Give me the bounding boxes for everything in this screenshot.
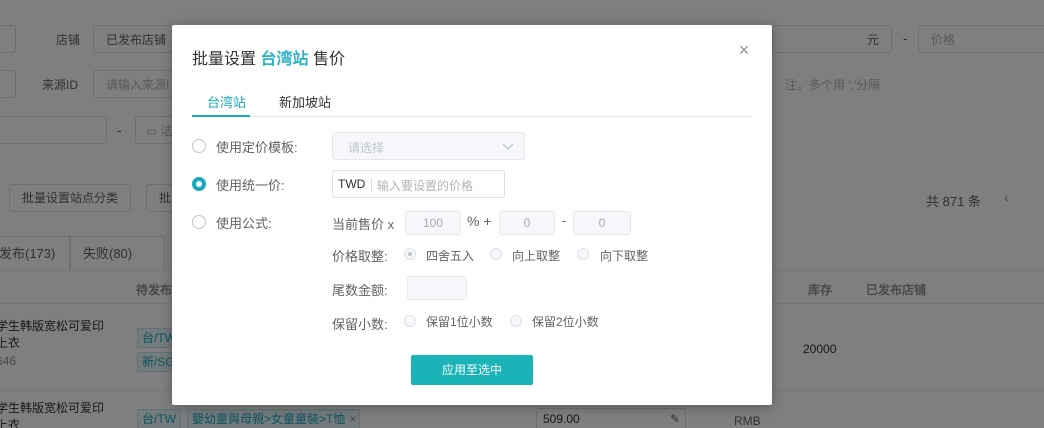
decimal-radio-1[interactable] [404,315,416,327]
price-placeholder: 输入要设置的价格 [377,179,474,193]
chevron-down-icon [502,143,514,150]
rounding-radio-up[interactable] [490,248,502,260]
uniform-radio[interactable] [192,177,206,191]
multiplier-input[interactable]: 100 [405,211,461,235]
decimal-radio-2[interactable] [510,315,522,327]
tab-taiwan[interactable]: 台湾站 [207,92,246,111]
rounding-option-down: 向下取整 [600,249,649,263]
dialog-title-site: 台湾站 [260,51,309,68]
dialog-title: 批量设置 台湾站 售价 [192,51,345,68]
active-tab-indicator [192,115,250,117]
site-tabs: 台湾站 新加坡站 [192,89,752,117]
minus-sign: - [562,213,567,228]
decimal-label: 保留小数: [332,317,388,332]
tail-label: 尾数金额: [332,283,388,298]
formula-radio[interactable] [192,215,206,229]
uniform-label: 使用统一价: [216,178,285,193]
batch-price-dialog: 批量设置 台湾站 售价 × 台湾站 新加坡站 使用定价模板: 请选择 使用统一价… [172,25,772,405]
tail-amount-input[interactable] [407,276,467,300]
template-label: 使用定价模板: [216,140,298,155]
current-price-label: 当前售价 x [332,217,395,232]
rounding-label: 价格取整: [332,249,388,264]
uniform-price-input[interactable]: TWD 输入要设置的价格 [332,170,505,198]
close-icon[interactable]: × [736,41,752,59]
rounding-option-round: 四舍五入 [426,249,475,263]
decimal-option-1: 保留1位小数 [426,315,493,329]
template-radio[interactable] [192,139,206,153]
subtrahend-input[interactable]: 0 [573,211,631,235]
template-select[interactable]: 请选择 [332,132,525,160]
tab-singapore[interactable]: 新加坡站 [279,92,331,111]
currency-prefix: TWD [338,177,366,191]
template-select-placeholder: 请选择 [348,141,385,155]
formula-label: 使用公式: [216,216,272,231]
percent-plus: % + [467,213,492,229]
rounding-radio-round[interactable] [404,248,416,260]
rounding-option-up: 向上取整 [512,249,561,263]
addend-input[interactable]: 0 [499,211,555,235]
rounding-radio-down[interactable] [577,248,589,260]
decimal-option-2: 保留2位小数 [532,315,599,329]
apply-to-selected-button[interactable]: 应用至选中 [411,355,533,385]
